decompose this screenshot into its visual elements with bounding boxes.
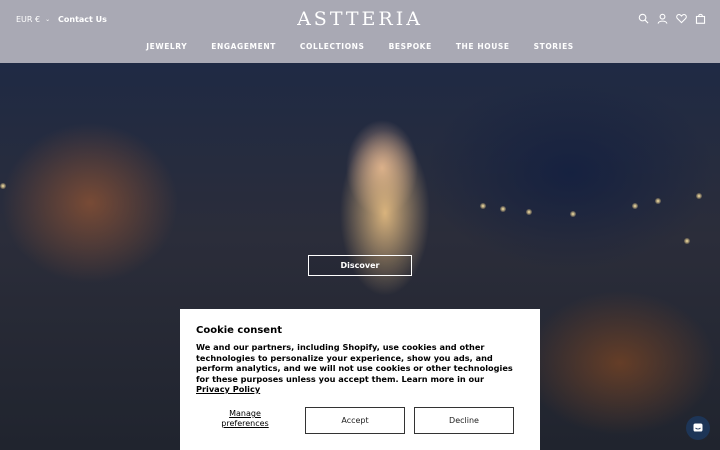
decline-button[interactable]: Decline [414, 407, 514, 434]
bokeh-light [696, 193, 702, 199]
bokeh-light [500, 206, 506, 212]
manage-preferences-link[interactable]: Manage preferences [206, 409, 284, 428]
account-icon[interactable] [657, 13, 668, 24]
bokeh-light [632, 203, 638, 209]
cookie-title: Cookie consent [196, 325, 282, 336]
bokeh-light [570, 211, 576, 217]
cart-bag-icon[interactable] [695, 13, 706, 24]
chat-icon [693, 423, 703, 432]
discover-button[interactable]: Discover [308, 255, 412, 276]
nav-item-collections[interactable]: COLLECTIONS [300, 42, 365, 51]
accept-button[interactable]: Accept [305, 407, 405, 434]
wishlist-heart-icon[interactable] [676, 13, 687, 24]
brand-logo[interactable]: ASTTERIA [0, 8, 720, 30]
nav-item-stories[interactable]: STORIES [534, 42, 574, 51]
cookie-actions: Manage preferences Accept Decline [196, 407, 514, 434]
nav-item-the-house[interactable]: THE HOUSE [456, 42, 510, 51]
site-header: EUR € ⌄ Contact Us ASTTERIA JEWELRY ENGA… [0, 0, 720, 63]
nav-item-engagement[interactable]: ENGAGEMENT [211, 42, 276, 51]
top-bar: EUR € ⌄ Contact Us ASTTERIA [0, 0, 720, 38]
nav-item-bespoke[interactable]: BESPOKE [389, 42, 432, 51]
chat-launcher-button[interactable] [686, 416, 710, 440]
nav-item-jewelry[interactable]: JEWELRY [146, 42, 187, 51]
bokeh-light [684, 238, 690, 244]
cookie-body-text: We and our partners, including Shopify, … [196, 342, 513, 384]
header-icons [638, 13, 706, 24]
cookie-body: We and our partners, including Shopify, … [196, 342, 514, 395]
bokeh-light [655, 198, 661, 204]
privacy-policy-link[interactable]: Privacy Policy [196, 384, 260, 394]
cookie-consent-banner: Cookie consent We and our partners, incl… [180, 309, 540, 450]
main-nav: JEWELRY ENGAGEMENT COLLECTIONS BESPOKE T… [0, 42, 720, 51]
bokeh-light [480, 203, 486, 209]
bokeh-light [0, 183, 6, 189]
bokeh-light [526, 209, 532, 215]
search-icon[interactable] [638, 13, 649, 24]
